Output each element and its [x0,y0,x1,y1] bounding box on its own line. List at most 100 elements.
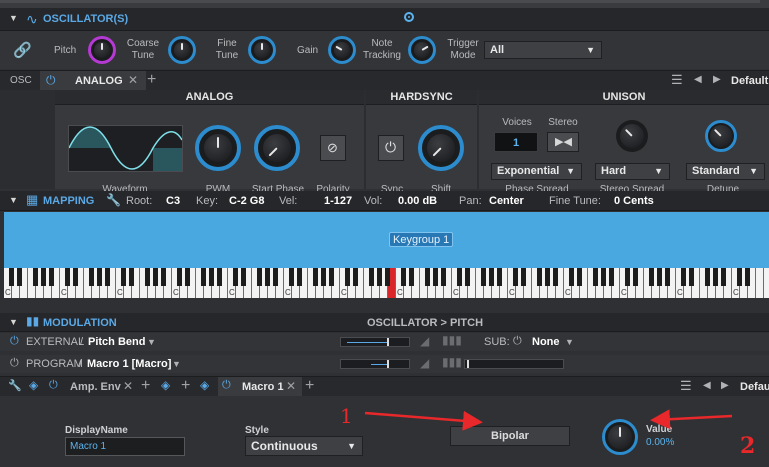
keygroup-label[interactable]: Keygroup 1 [389,232,453,247]
pan-value[interactable]: Center [489,195,524,207]
tab-amp-env[interactable]: Amp. Env [70,381,121,393]
chevron-down-icon[interactable]: ▼ [565,337,574,347]
black-key[interactable] [553,268,558,286]
start-phase-knob[interactable] [254,125,300,171]
phase-spread-knob[interactable] [616,120,648,152]
black-key[interactable] [185,268,190,286]
black-key[interactable] [601,268,606,286]
black-key[interactable] [545,268,550,286]
black-key[interactable] [153,268,158,286]
black-key[interactable] [681,268,686,286]
black-key[interactable] [457,268,462,286]
gain-knob[interactable] [328,36,356,64]
sub-value[interactable]: None [532,336,560,348]
power-icon[interactable]: ⏻ [513,335,522,348]
black-key[interactable] [65,268,70,286]
preset-name[interactable]: Defau [740,381,769,393]
black-key[interactable] [633,268,638,286]
black-key[interactable] [513,268,518,286]
add-tab-icon[interactable]: + [147,71,156,89]
black-key[interactable] [17,268,22,286]
black-key[interactable] [569,268,574,286]
black-key[interactable] [441,268,446,286]
black-key[interactable] [649,268,654,286]
layers-icon[interactable]: ◈ [29,378,38,392]
black-key[interactable] [713,268,718,286]
close-icon[interactable]: ✕ [123,379,133,393]
fine-tune-knob[interactable] [248,36,276,64]
depth-slider[interactable] [340,337,410,347]
black-key[interactable] [89,268,94,286]
add-tab-icon[interactable]: + [141,377,150,395]
black-key[interactable] [145,268,150,286]
vol-value[interactable]: 0.00 dB [398,195,437,207]
wrench-icon[interactable]: 🔧 [106,193,121,207]
close-icon[interactable]: ✕ [286,379,296,393]
black-key[interactable] [369,268,374,286]
black-key[interactable] [593,268,598,286]
root-value[interactable]: C3 [166,195,180,207]
black-key[interactable] [689,268,694,286]
black-key[interactable] [433,268,438,286]
black-key[interactable] [121,268,126,286]
black-key[interactable] [609,268,614,286]
black-key[interactable] [489,268,494,286]
vel-value[interactable]: 1-127 [324,195,352,207]
collapse-arrow-icon[interactable]: ▼ [9,195,18,205]
tab-macro-1[interactable]: ⏻ Macro 1 ✕ [218,377,302,396]
mapping-area[interactable]: Keygroup 1 [4,212,769,268]
target-icon[interactable] [404,12,414,22]
black-key[interactable] [353,268,358,286]
black-key[interactable] [625,268,630,286]
black-key[interactable] [385,268,390,286]
preset-name[interactable]: Default [731,75,768,87]
black-key[interactable] [33,268,38,286]
add-tab-icon[interactable]: + [181,377,190,395]
curve-icon[interactable]: ◢ [420,334,429,348]
black-key[interactable] [241,268,246,286]
black-key[interactable] [201,268,206,286]
black-key[interactable] [217,268,222,286]
black-key[interactable] [161,268,166,286]
power-icon[interactable]: ⏻ [46,73,56,88]
power-icon[interactable]: ⏻ [49,379,58,392]
black-key[interactable] [577,268,582,286]
black-key[interactable] [345,268,350,286]
prev-preset-icon[interactable]: ◀ [703,380,711,391]
pwm-knob[interactable] [195,125,241,171]
black-key[interactable] [705,268,710,286]
black-key[interactable] [105,268,110,286]
detune-dropdown[interactable]: Standard ▼ [686,163,765,180]
power-icon[interactable]: ⏻ [10,335,19,348]
white-key[interactable] [756,268,764,298]
shift-knob[interactable] [418,125,464,171]
depth-slider[interactable] [340,359,410,369]
chevron-down-icon[interactable]: ▼ [172,359,181,369]
close-icon[interactable]: ✕ [128,73,138,87]
link-icon[interactable]: 🔗 [13,41,32,59]
piano-keyboard[interactable]: CCCCCCCCCCCCCC [4,268,769,298]
external-source[interactable]: Pitch Bend [88,336,145,348]
black-key[interactable] [745,268,750,286]
waveform-display[interactable] [68,125,183,172]
pitch-knob[interactable] [88,36,116,64]
black-key[interactable] [329,268,334,286]
next-preset-icon[interactable]: ▶ [721,380,729,391]
black-key[interactable] [665,268,670,286]
black-key[interactable] [481,268,486,286]
layers-icon[interactable]: ◈ [200,378,209,392]
black-key[interactable] [9,268,14,286]
chevron-down-icon[interactable]: ▼ [147,337,156,347]
black-key[interactable] [425,268,430,286]
black-key[interactable] [401,268,406,286]
amount-slider[interactable] [464,359,564,369]
stereo-button[interactable]: ▶◀ [547,132,579,152]
black-key[interactable] [409,268,414,286]
black-key[interactable] [129,268,134,286]
menu-icon[interactable]: ☰ [671,72,683,88]
note-tracking-knob[interactable] [408,36,436,64]
voices-field[interactable]: 1 [494,132,538,152]
key-value[interactable]: C-2 G8 [229,195,264,207]
black-key[interactable] [737,268,742,286]
sync-button[interactable]: ⏻ [378,135,404,161]
